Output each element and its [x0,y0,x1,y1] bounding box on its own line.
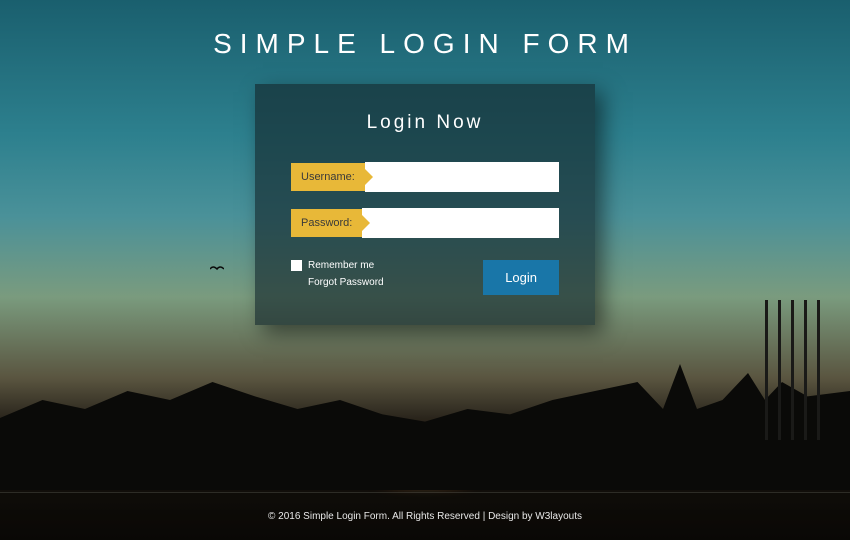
login-button[interactable]: Login [483,260,559,295]
login-card: Login Now Username: Password: Remember m… [255,84,595,325]
password-row: Password: [291,208,559,238]
remember-checkbox[interactable] [291,260,302,271]
footer: © 2016 Simple Login Form. All Rights Res… [0,492,850,540]
remember-row: Remember me [291,260,384,271]
username-label: Username: [291,163,365,191]
left-options: Remember me Forgot Password [291,260,384,288]
options-row: Remember me Forgot Password Login [291,260,559,295]
password-input[interactable] [362,208,559,238]
username-row: Username: [291,162,559,192]
forgot-password-link[interactable]: Forgot Password [308,277,384,288]
page-title: SIMPLE LOGIN FORM [0,0,850,60]
password-label: Password: [291,209,362,237]
footer-text: © 2016 Simple Login Form. All Rights Res… [268,511,582,522]
username-input[interactable] [365,162,559,192]
landscape-silhouette [0,310,850,490]
background-poles [765,300,820,440]
bird-icon [210,260,224,268]
remember-label: Remember me [308,260,374,271]
card-title: Login Now [291,112,559,134]
